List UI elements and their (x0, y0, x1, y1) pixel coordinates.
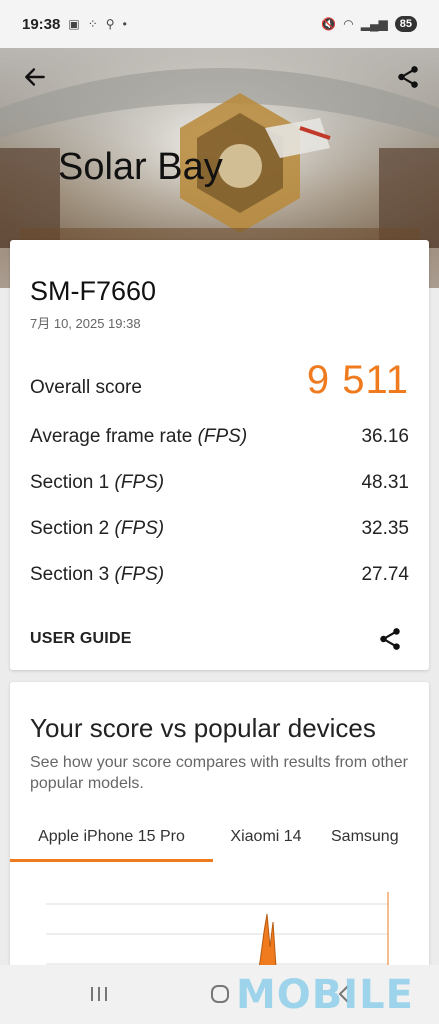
share-icon[interactable] (395, 64, 421, 90)
benchmark-title: Solar Bay (58, 146, 223, 188)
metric-label: Section 3 (30, 564, 110, 585)
compare-description: See how your score compares with results… (30, 754, 408, 792)
metric-unit: (FPS) (197, 426, 248, 447)
compare-title: Your score vs popular devices (30, 713, 376, 743)
watermark-logo: MOBILE (236, 972, 414, 1018)
device-tabs: Apple iPhone 15 Pro Xiaomi 14 Samsung (10, 822, 429, 862)
mute-icon: 🔇 (321, 17, 337, 31)
overall-score-row: Overall score 9 511 (30, 358, 409, 403)
status-time: 19:38 (22, 15, 61, 33)
share-icon[interactable] (377, 626, 403, 652)
metric-unit: (FPS) (114, 472, 165, 493)
overall-score-label: Overall score (30, 377, 142, 398)
metric-unit: (FPS) (114, 518, 165, 539)
metric-label: Section 1 (30, 472, 110, 493)
tab-xiaomi-14[interactable]: Xiaomi 14 (213, 822, 319, 862)
overall-score-value: 9 511 (306, 358, 409, 402)
location-icon: ⚲ (105, 17, 115, 31)
metric-row: Section 2 (FPS) 32.35 (30, 518, 409, 540)
metric-unit: (FPS) (114, 564, 165, 585)
wifi-icon: ◠ (343, 17, 354, 31)
apps-icon: ⁘ (87, 17, 98, 31)
metric-label: Section 2 (30, 518, 110, 539)
score-card: SM-F7660 7月 10, 2025 19:38 Overall score… (10, 240, 429, 670)
metric-value: 32.35 (361, 518, 409, 539)
metric-value: 27.74 (361, 564, 409, 585)
home-icon[interactable] (205, 979, 235, 1009)
status-bar: 19:38 ▣ ⁘ ⚲ • 🔇 ◠ ▂▄▆ 85 (0, 0, 439, 48)
tab-apple-iphone-15-pro[interactable]: Apple iPhone 15 Pro (10, 822, 213, 862)
device-name: SM-F7660 (30, 276, 157, 306)
signal-icon: ▂▄▆ (360, 17, 388, 31)
dot-icon: • (122, 17, 127, 31)
metric-row: Section 3 (FPS) 27.74 (30, 564, 409, 586)
back-arrow-icon[interactable] (22, 64, 48, 90)
screenshot-icon: ▣ (68, 17, 80, 31)
metric-value: 48.31 (361, 472, 409, 493)
battery-indicator: 85 (394, 16, 417, 32)
compare-card: Your score vs popular devices See how yo… (10, 682, 429, 982)
metric-label: Average frame rate (30, 426, 193, 447)
metric-row: Average frame rate (FPS) 36.16 (30, 426, 409, 448)
tab-samsung[interactable]: Samsung (319, 822, 429, 862)
metric-value: 36.16 (361, 426, 409, 447)
test-date: 7月 10, 2025 19:38 (30, 316, 141, 331)
metric-row: Section 1 (FPS) 48.31 (30, 472, 409, 494)
recent-apps-icon[interactable] (84, 979, 114, 1009)
user-guide-link[interactable]: USER GUIDE (30, 630, 132, 648)
